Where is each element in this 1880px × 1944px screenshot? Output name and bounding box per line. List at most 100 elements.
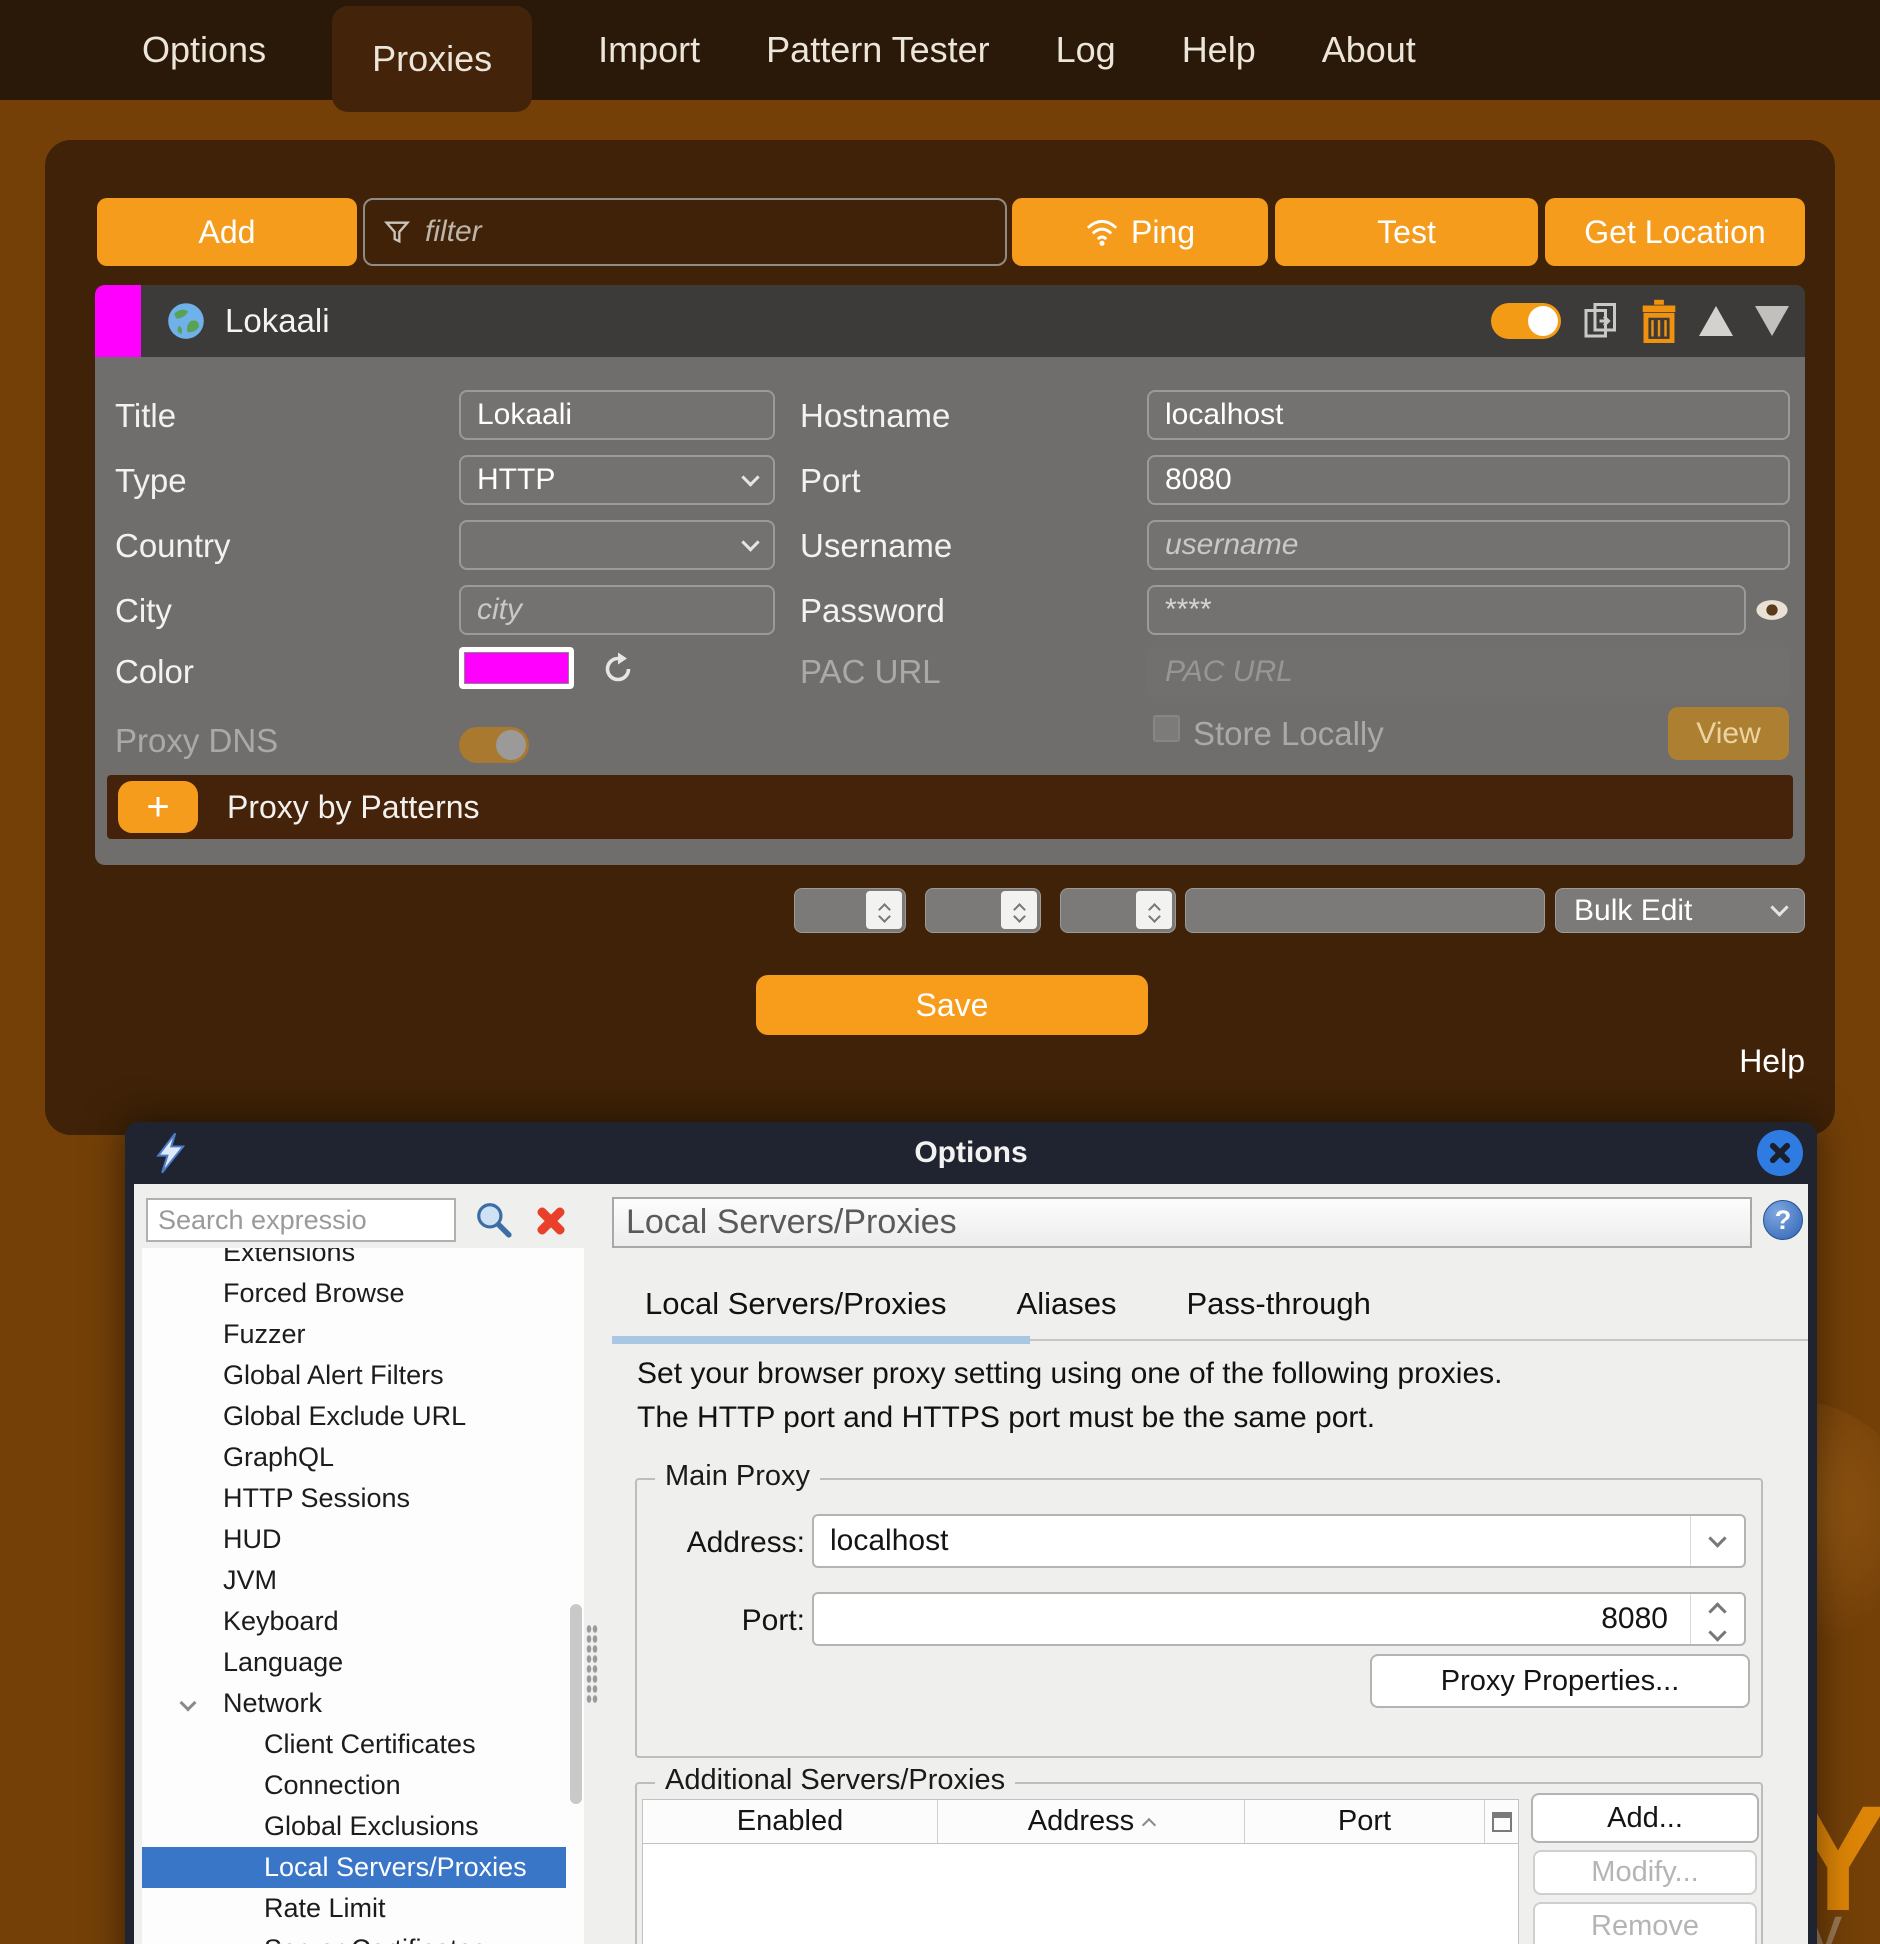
filter-input[interactable] [425,215,945,249]
view-button[interactable]: View [1668,707,1789,760]
tree-item[interactable]: GraphQL [142,1437,584,1478]
dialog-titlebar[interactable]: Options [125,1122,1817,1184]
tree-item[interactable]: Server Certificates [142,1929,584,1944]
tab-local-servers[interactable]: Local Servers/Proxies [645,1279,947,1339]
wifi-icon [1085,217,1119,247]
tree-item-network[interactable]: Network [142,1683,584,1724]
port-spinner[interactable]: 8080 [812,1592,1746,1646]
servers-table-body[interactable] [643,1844,1518,1944]
show-password-eye-icon[interactable] [1755,597,1789,623]
address-combobox[interactable]: localhost [812,1514,1746,1568]
tree-item[interactable]: Client Certificates [142,1724,584,1765]
type-select[interactable]: HTTP [459,455,775,505]
tree-item[interactable]: Keyboard [142,1601,584,1642]
filter-field[interactable] [363,198,1007,266]
main-proxy-group: Main Proxy Address: localhost Port: 8080… [635,1478,1763,1758]
port-input[interactable] [1147,455,1790,505]
move-up-icon[interactable] [1699,306,1733,336]
tree-item[interactable]: Extensions [142,1248,584,1273]
tree-item-local-servers[interactable]: Local Servers/Proxies [142,1847,566,1888]
main-proxy-legend: Main Proxy [655,1460,820,1493]
help-link[interactable]: Help [1739,1043,1805,1080]
spin-buttons[interactable] [866,891,902,929]
search-icon[interactable] [474,1200,512,1238]
tree-item[interactable]: Language [142,1642,584,1683]
color-swatch[interactable] [459,647,574,689]
remove-server-button[interactable]: Remove [1533,1902,1757,1944]
proxy-dns-toggle[interactable] [459,727,529,763]
combobox-arrow[interactable] [1690,1516,1744,1566]
port-label: Port [800,462,861,500]
help-icon[interactable]: ? [1763,1200,1803,1240]
city-input[interactable] [459,585,775,635]
store-locally-checkbox[interactable] [1153,715,1180,742]
color-label: Color [115,653,194,691]
test-button[interactable]: Test [1275,198,1538,266]
column-header-address[interactable]: Address [938,1800,1245,1843]
tab-import[interactable]: Import [598,29,700,71]
tree-item[interactable]: JVM [142,1560,584,1601]
tab-pass-through[interactable]: Pass-through [1186,1279,1370,1339]
tree-item[interactable]: Global Alert Filters [142,1355,584,1396]
tree-item[interactable]: Global Exclude URL [142,1396,584,1437]
spinner-2[interactable] [925,888,1041,933]
close-icon[interactable] [1757,1130,1803,1176]
column-control-icon[interactable] [1485,1800,1518,1843]
modify-server-button[interactable]: Modify... [1533,1850,1757,1895]
screen: Options Proxies Import Pattern Tester Lo… [0,0,1880,1944]
hostname-input[interactable] [1147,390,1790,440]
spin-buttons[interactable] [1001,891,1037,929]
tab-options[interactable]: Options [142,29,266,71]
chevron-down-icon [741,533,759,551]
title-input[interactable] [459,390,775,440]
ping-button[interactable]: Ping [1012,198,1268,266]
port-value: 8080 [1601,1602,1668,1636]
expander-chevron-icon[interactable] [180,1695,197,1712]
tab-proxies[interactable]: Proxies [332,6,532,112]
spinner-1[interactable] [794,888,906,933]
username-input[interactable] [1147,520,1790,570]
add-server-button[interactable]: Add... [1531,1793,1759,1843]
move-down-icon[interactable] [1755,306,1789,336]
panel-splitter[interactable] [586,1624,598,1704]
country-select[interactable] [459,520,775,570]
tab-log[interactable]: Log [1056,29,1116,71]
tree-item-label: Keyboard [223,1606,339,1636]
proxy-by-patterns-bar: + Proxy by Patterns [107,775,1793,839]
password-input[interactable] [1147,585,1746,635]
tab-pattern-tester[interactable]: Pattern Tester [766,29,989,71]
tree-item[interactable]: Connection [142,1765,584,1806]
spin-buttons[interactable] [1136,891,1172,929]
tree-item[interactable]: HTTP Sessions [142,1478,584,1519]
proxy-properties-button[interactable]: Proxy Properties... [1370,1654,1750,1708]
get-location-button[interactable]: Get Location [1545,198,1805,266]
tree-item[interactable]: Fuzzer [142,1314,584,1355]
duplicate-icon[interactable] [1583,301,1619,341]
add-button[interactable]: Add [97,198,357,266]
spinner-arrows[interactable] [1690,1594,1744,1644]
tree-item-label: Forced Browse [223,1278,405,1308]
column-header-enabled[interactable]: Enabled [643,1800,938,1843]
bulk-value-input[interactable] [1185,888,1545,933]
column-header-port[interactable]: Port [1245,1800,1485,1843]
search-input[interactable] [146,1198,456,1242]
tree-scrollbar[interactable] [570,1604,582,1804]
tab-about[interactable]: About [1322,29,1416,71]
spinner-3[interactable] [1060,888,1176,933]
save-button[interactable]: Save [756,975,1148,1035]
proxy-color-strip [95,285,141,357]
tree-item[interactable]: HUD [142,1519,584,1560]
tree-item[interactable]: Rate Limit [142,1888,584,1929]
top-navigation-bar: Options Proxies Import Pattern Tester Lo… [0,0,1880,100]
delete-icon[interactable] [1641,299,1677,343]
reset-color-icon[interactable] [600,651,636,687]
tab-aliases[interactable]: Aliases [1017,1279,1117,1339]
proxy-enabled-toggle[interactable] [1491,303,1561,339]
clear-search-icon[interactable] [534,1204,568,1238]
add-pattern-button[interactable]: + [118,781,198,833]
bulk-edit-select[interactable]: Bulk Edit [1555,888,1805,933]
pac-url-input[interactable] [1147,647,1790,697]
tree-item[interactable]: Global Exclusions [142,1806,584,1847]
tree-item[interactable]: Forced Browse [142,1273,584,1314]
tab-help[interactable]: Help [1182,29,1256,71]
